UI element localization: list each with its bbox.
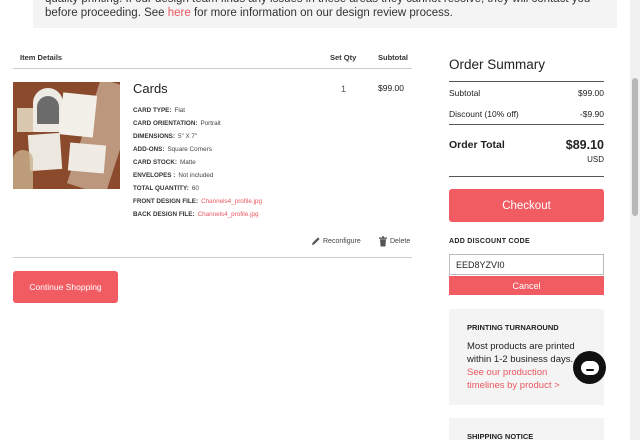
checkout-button[interactable]: Checkout [449,189,604,222]
header-item-details: Item Details [20,53,63,62]
back-design-file-link[interactable]: Channels4_profile.jpg [198,211,259,218]
production-timelines-link[interactable]: See our production timelines by product … [467,366,587,392]
cancel-discount-button[interactable]: Cancel [449,276,604,295]
chat-button[interactable] [573,351,606,384]
cart-header: Item Details Set Qty Subtotal [13,52,412,69]
summary-discount-row: Discount (10% off) -$9.90 [449,109,604,119]
delete-button[interactable]: Delete [378,236,410,247]
order-total-currency: USD [587,155,604,164]
design-review-link[interactable]: here [168,7,191,19]
cart-divider [13,257,412,258]
order-total-label: Order Total [449,139,505,151]
product-name: Cards [133,81,168,96]
delete-label: Delete [390,238,411,245]
summary-divider [449,81,604,82]
discount-code-input[interactable] [449,254,604,275]
detail-card-stock: Card Stock: Matte [133,159,196,166]
chat-icon [580,360,599,375]
item-subtotal: $99.00 [378,83,404,93]
item-quantity: 1 [341,84,347,94]
order-summary-title: Order Summary [449,57,546,72]
scrollbar-track[interactable] [630,0,640,440]
notice-text: quality printing. If our design team fin… [45,0,590,19]
shipping-notice-title: SHIPPING NOTICE [467,432,534,440]
detail-back-design-file: Back Design File: Channels4_profile.jpg [133,211,259,218]
summary-divider [449,124,604,125]
scrollbar-thumb[interactable] [632,78,638,216]
product-image [13,82,120,189]
summary-subtotal-row: Subtotal $99.00 [449,88,604,98]
header-subtotal: Subtotal [378,53,408,62]
detail-dimensions: Dimensions: 5" X 7" [133,133,198,140]
summary-discount-label: Discount (10% off) [449,109,519,119]
front-design-file-link[interactable]: Channels4_profile.jpg [201,198,262,205]
detail-card-orientation: Card Orientation: Portrait [133,120,221,127]
detail-add-ons: Add-Ons: Square Corners [133,146,212,153]
printing-turnaround-title: PRINTING TURNAROUND [467,323,559,332]
order-total-value: $89.10 [565,138,604,152]
product-details: Card Type: Flat Card Orientation: Portrait… [133,104,262,221]
detail-card-type: Card Type: Flat [133,107,185,114]
summary-subtotal-label: Subtotal [449,88,481,98]
summary-divider [449,176,604,177]
pencil-icon [312,237,320,245]
continue-shopping-button[interactable]: Continue Shopping [13,271,118,303]
discount-code-label: ADD DISCOUNT CODE [449,238,530,245]
detail-front-design-file: Front Design File: Channels4_profile.jpg [133,198,262,205]
reconfigure-button[interactable]: Reconfigure [311,236,361,246]
detail-envelopes: Envelopes : Not included [133,172,214,179]
notice-box: quality printing. If our design team fin… [33,0,617,28]
shipping-notice-panel: SHIPPING NOTICE [449,418,604,440]
trash-icon [379,236,387,247]
detail-total-quantity: Total Quantity: 60 [133,185,199,192]
summary-discount-value: -$9.90 [579,109,604,119]
summary-subtotal-value: $99.00 [578,88,604,98]
reconfigure-label: Reconfigure [323,237,361,245]
header-set-qty: Set Qty [330,53,357,62]
